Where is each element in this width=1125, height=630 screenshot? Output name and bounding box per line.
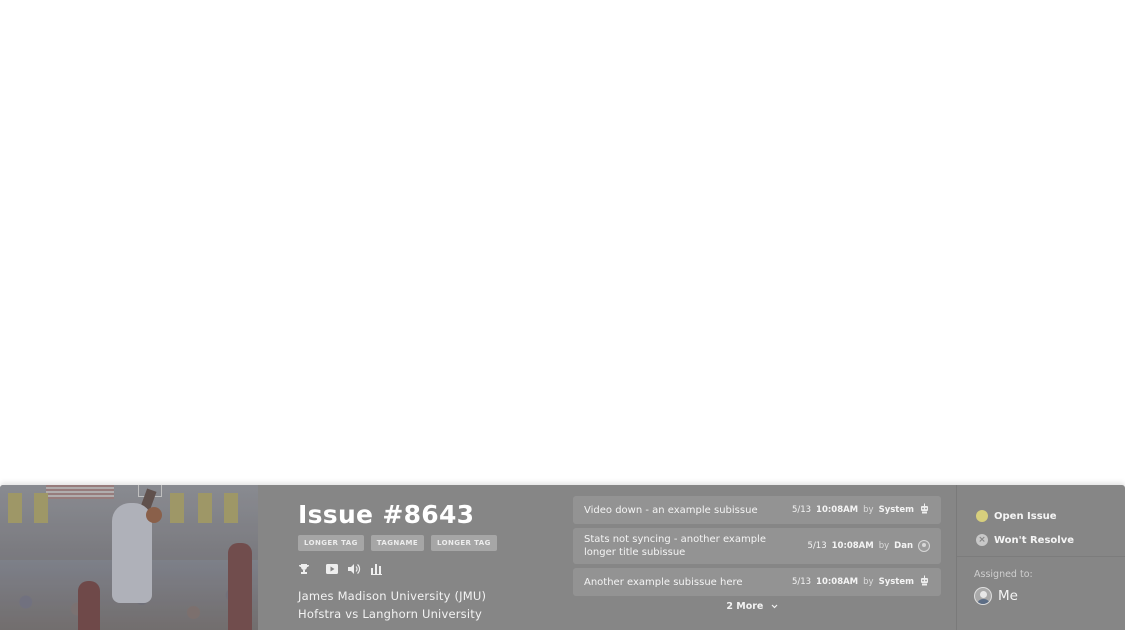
subissue-date: 5/13 bbox=[807, 541, 827, 551]
assignment: Assigned to: Me bbox=[957, 557, 1125, 605]
subissue-time: 10:08AM bbox=[816, 505, 859, 515]
close-icon: × bbox=[976, 534, 988, 546]
issue-card[interactable]: Issue #8643 LONGER TAG TAGNAME LONGER TA… bbox=[0, 485, 1125, 630]
open-issue-button[interactable]: Open Issue bbox=[976, 504, 1125, 528]
game-photo bbox=[0, 485, 258, 630]
show-more-label: 2 More bbox=[726, 601, 764, 612]
assignee-button[interactable]: Me bbox=[974, 587, 1125, 605]
photo-defender bbox=[78, 581, 100, 630]
robot-icon bbox=[919, 575, 930, 589]
tag[interactable]: LONGER TAG bbox=[431, 535, 497, 551]
subissue-time: 10:08AM bbox=[816, 577, 859, 587]
assignee-name: Me bbox=[998, 588, 1018, 604]
tag[interactable]: TAGNAME bbox=[370, 535, 424, 551]
team-info: James Madison University (JMU) Hofstra v… bbox=[298, 587, 573, 623]
subissue-row[interactable]: Video down - an example subissue 5/13 10… bbox=[573, 496, 941, 524]
tag[interactable]: LONGER TAG bbox=[298, 535, 364, 551]
subissue-by: by bbox=[863, 577, 874, 587]
subissue-list: Video down - an example subissue 5/13 10… bbox=[573, 485, 956, 630]
subissue-description: Video down - an example subissue bbox=[584, 504, 758, 516]
subissue-time: 10:08AM bbox=[831, 541, 874, 551]
matchup: Hofstra vs Langhorn University bbox=[298, 607, 482, 621]
subissue-user: System bbox=[878, 505, 914, 515]
subissue-date: 5/13 bbox=[791, 505, 812, 515]
assigned-label: Assigned to: bbox=[974, 569, 1033, 580]
robot-icon bbox=[919, 503, 930, 517]
stats-icon bbox=[371, 563, 382, 575]
subissue-row[interactable]: Stats not syncing - another example long… bbox=[573, 528, 941, 564]
issue-type-icons bbox=[298, 561, 573, 577]
video-icon bbox=[326, 564, 338, 574]
photo-banner bbox=[198, 493, 212, 523]
subissue-date: 5/13 bbox=[791, 577, 812, 587]
photo-banner bbox=[34, 493, 48, 523]
subissue-meta: 5/13 10:08AM by Dan bbox=[808, 540, 930, 552]
avatar bbox=[974, 587, 992, 605]
subissue-by: by bbox=[878, 541, 890, 551]
chevron-down-icon bbox=[771, 601, 778, 612]
issue-title: Issue #8643 bbox=[298, 500, 475, 529]
volume-icon bbox=[348, 563, 361, 575]
photo-flag bbox=[46, 485, 114, 499]
subissue-description: Stats not syncing - another example long… bbox=[584, 534, 766, 558]
subissue-by: by bbox=[863, 505, 874, 515]
photo-banner bbox=[170, 493, 184, 523]
school-name: James Madison University (JMU) bbox=[298, 589, 487, 603]
subissue-meta: 5/13 10:08AM by System bbox=[792, 503, 930, 517]
wont-resolve-label: Won't Resolve bbox=[994, 534, 1075, 546]
open-status-icon bbox=[976, 510, 988, 522]
wont-resolve-button[interactable]: × Won't Resolve bbox=[976, 528, 1125, 552]
status-panel: Open Issue × Won't Resolve Assigned to: … bbox=[956, 485, 1125, 630]
subissue-description: Another example subissue here bbox=[584, 576, 743, 588]
subissue-meta: 5/13 10:08AM by System bbox=[792, 575, 930, 589]
open-issue-label: Open Issue bbox=[994, 510, 1057, 522]
photo-defender bbox=[228, 543, 252, 630]
status-actions: Open Issue × Won't Resolve bbox=[957, 485, 1125, 557]
show-more-button[interactable]: 2 More bbox=[573, 601, 941, 612]
photo-banner bbox=[224, 493, 238, 523]
trophy-icon bbox=[298, 563, 310, 575]
photo-banner bbox=[8, 493, 22, 523]
tag-list: LONGER TAG TAGNAME LONGER TAG bbox=[298, 535, 573, 551]
photo-ball bbox=[146, 507, 162, 523]
subissue-row[interactable]: Another example subissue here 5/13 10:08… bbox=[573, 568, 941, 596]
user-avatar bbox=[918, 540, 930, 552]
subissue-user: Dan bbox=[894, 541, 913, 551]
issue-info: Issue #8643 LONGER TAG TAGNAME LONGER TA… bbox=[258, 485, 573, 630]
subissue-user: System bbox=[878, 577, 914, 587]
